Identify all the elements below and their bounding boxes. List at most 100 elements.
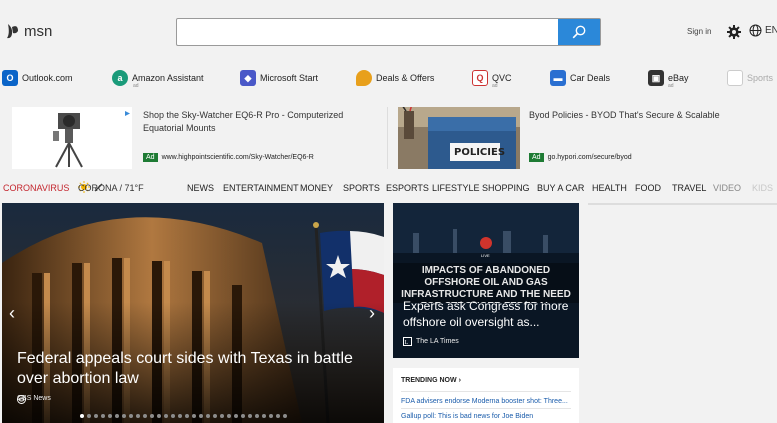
language-selector[interactable]: EN xyxy=(749,24,777,37)
carousel-dot[interactable] xyxy=(94,414,98,418)
carousel-dot[interactable] xyxy=(213,414,217,418)
trending-heading-label: TRENDING NOW xyxy=(401,377,457,384)
carousel-dot[interactable] xyxy=(192,414,196,418)
policies-image: POLICIES xyxy=(398,107,520,169)
quick-link-amazon-assistant[interactable]: a Amazon Assistant xyxy=(112,70,204,86)
outlook-icon: O xyxy=(2,70,18,86)
carousel-dot[interactable] xyxy=(283,414,287,418)
nav-sports[interactable]: SPORTS xyxy=(343,183,380,193)
ad-title[interactable]: Byod Policies - BYOD That's Secure & Sca… xyxy=(529,109,769,122)
nav-travel[interactable]: TRAVEL xyxy=(672,183,706,193)
search-box xyxy=(176,18,601,46)
divider xyxy=(387,107,388,169)
nav-entertainment[interactable]: ENTERTAINMENT xyxy=(223,183,299,193)
weather-widget[interactable]: CORONA / 71°F xyxy=(78,181,144,193)
carousel-dot[interactable] xyxy=(150,414,154,418)
hero-headline[interactable]: Federal appeals court sides with Texas i… xyxy=(17,349,377,389)
nav-lifestyle[interactable]: LIFESTYLE xyxy=(432,183,480,193)
carousel-dot[interactable] xyxy=(220,414,224,418)
nav-food[interactable]: FOOD xyxy=(635,183,661,193)
quick-links-bar: O Outlook.com a Amazon Assistant ad ◆ Mi… xyxy=(0,70,777,90)
ad-url-row: Ad go.hypori.com/secure/byod xyxy=(529,153,632,162)
search-button[interactable] xyxy=(558,19,600,45)
carousel-prev-button[interactable]: ‹ xyxy=(4,301,20,325)
carousel-dots xyxy=(80,414,287,418)
qvc-icon: Q xyxy=(472,70,488,86)
quick-link-label: QVC xyxy=(492,73,512,83)
trending-item[interactable]: Gallup poll: This is bad news for Joe Bi… xyxy=(401,413,533,420)
carousel-dot[interactable] xyxy=(178,414,182,418)
carousel-dot[interactable] xyxy=(80,414,84,418)
carousel-dot[interactable] xyxy=(101,414,105,418)
nav-video[interactable]: VIDEO xyxy=(713,183,741,193)
carousel-dot[interactable] xyxy=(136,414,140,418)
carousel-dot[interactable] xyxy=(87,414,91,418)
carousel-dot[interactable] xyxy=(269,414,273,418)
offshore-headline[interactable]: Experts ask Congress for more offshore o… xyxy=(403,298,573,330)
ad-card-byod[interactable]: POLICIES Byod Policies - BYOD That's Sec… xyxy=(398,107,777,169)
ad-choices-icon[interactable] xyxy=(124,110,131,117)
ad-card-skywatcher[interactable]: Shop the Sky-Watcher EQ6-R Pro - Compute… xyxy=(12,107,382,169)
nav-shopping[interactable]: SHOPPING xyxy=(482,183,530,193)
nav-money[interactable]: MONEY xyxy=(300,183,333,193)
deals-icon xyxy=(356,70,372,86)
carousel-dot[interactable] xyxy=(115,414,119,418)
nav-kids[interactable]: KIDS xyxy=(752,183,773,193)
carousel-dot[interactable] xyxy=(241,414,245,418)
search-input[interactable] xyxy=(177,19,558,45)
carousel-dot[interactable] xyxy=(255,414,259,418)
news-card-offshore[interactable]: LIVE IMPACTS OF ABANDONED OFFSHORE OIL A… xyxy=(393,203,579,358)
carousel-dot[interactable] xyxy=(129,414,133,418)
hero-image-capitol xyxy=(2,203,384,423)
ad-label: ad xyxy=(133,83,139,89)
quick-link-sports[interactable]: Sports xyxy=(727,70,773,86)
carousel-dot[interactable] xyxy=(171,414,175,418)
carousel-dot[interactable] xyxy=(122,414,126,418)
carousel-dot[interactable] xyxy=(157,414,161,418)
quick-link-label: Sports xyxy=(747,73,774,83)
microsoft-start-icon: ◆ xyxy=(240,70,256,86)
quick-link-deals[interactable]: Deals & Offers xyxy=(356,70,434,86)
quick-link-label: Outlook.com xyxy=(22,73,73,83)
trending-item[interactable]: FDA advisers endorse Moderna booster sho… xyxy=(401,398,568,405)
sign-in-link[interactable]: Sign in xyxy=(687,27,711,36)
nav-buy-a-car[interactable]: BUY A CAR xyxy=(537,183,584,193)
msn-butterfly-icon xyxy=(7,24,18,39)
carousel-dot[interactable] xyxy=(248,414,252,418)
nav-news[interactable]: NEWS xyxy=(187,183,214,193)
carousel-dot[interactable] xyxy=(262,414,266,418)
gear-icon[interactable] xyxy=(726,24,742,40)
telescope-image xyxy=(12,107,132,169)
policies-image-label: POLICIES xyxy=(454,147,506,158)
live-badge: LIVE xyxy=(481,253,490,258)
nav-esports[interactable]: ESPORTS xyxy=(386,183,429,193)
trending-heading[interactable]: TRENDING NOW › xyxy=(401,377,461,384)
carousel-dot[interactable] xyxy=(234,414,238,418)
quick-link-label: Microsoft Start xyxy=(260,73,319,83)
carousel-dot[interactable] xyxy=(199,414,203,418)
ad-title[interactable]: Shop the Sky-Watcher EQ6-R Pro - Compute… xyxy=(143,109,373,135)
quick-link-car-deals[interactable]: ▬ Car Deals xyxy=(550,70,610,86)
carousel-dot[interactable] xyxy=(143,414,147,418)
nav-health[interactable]: HEALTH xyxy=(592,183,627,193)
offshore-source: L The LA Times xyxy=(403,337,459,346)
ad-tag: Ad xyxy=(143,153,158,162)
carousel-dot[interactable] xyxy=(276,414,280,418)
ad-url[interactable]: go.hypori.com/secure/byod xyxy=(548,154,632,161)
msn-logo[interactable]: msn xyxy=(6,22,52,40)
ad-url[interactable]: www.highpointscientific.com/Sky-Watcher/… xyxy=(162,154,314,161)
nav-coronavirus[interactable]: CORONAVIRUS xyxy=(3,183,69,193)
carousel-dot[interactable] xyxy=(227,414,231,418)
carousel-dot[interactable] xyxy=(206,414,210,418)
carousel-next-button[interactable]: › xyxy=(364,301,380,325)
ad-label: ad xyxy=(668,83,674,89)
quick-link-microsoft-start[interactable]: ◆ Microsoft Start xyxy=(240,70,318,86)
quick-link-label: eBay xyxy=(668,73,689,83)
carousel-dot[interactable] xyxy=(164,414,168,418)
chevron-right-icon: › xyxy=(369,302,375,323)
hero-carousel[interactable]: ‹ › Federal appeals court sides with Tex… xyxy=(2,203,384,423)
carousel-dot[interactable] xyxy=(108,414,112,418)
carousel-dot[interactable] xyxy=(185,414,189,418)
quick-link-label: Amazon Assistant xyxy=(132,73,204,83)
quick-link-outlook[interactable]: O Outlook.com xyxy=(2,70,73,86)
